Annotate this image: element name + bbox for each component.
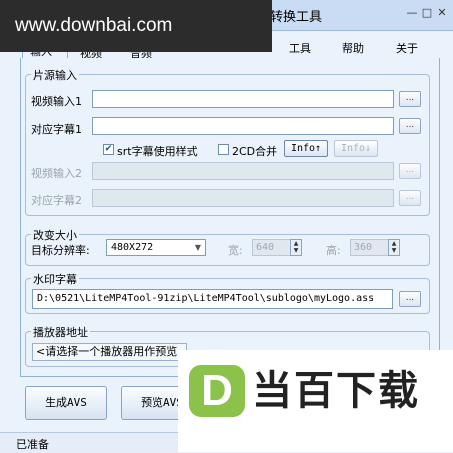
menu-about[interactable]: 关于 <box>396 40 418 56</box>
browse-subtitle-1-button[interactable]: ... <box>399 118 421 134</box>
browse-video-2-button[interactable]: ... <box>399 163 421 179</box>
logo-text: 当百下载 <box>252 368 420 414</box>
resize-group-title: 改变大小 <box>31 227 79 243</box>
browse-video-1-button[interactable]: ... <box>399 91 421 107</box>
height-field[interactable]: 360 <box>350 239 390 256</box>
close-button[interactable]: ✕ <box>435 7 449 19</box>
menu-tools[interactable]: 工具 <box>289 40 311 56</box>
watermark-group-title: 水印字幕 <box>31 271 79 287</box>
subtitle-1-label: 对应字幕1 <box>31 123 82 136</box>
source-group-title: 片源输入 <box>31 67 79 83</box>
target-resolution-label: 目标分辨率: <box>31 244 90 257</box>
logo-d-icon: D <box>189 365 245 417</box>
menu-help[interactable]: 帮助 <box>342 40 364 56</box>
video-input-1-field[interactable] <box>92 90 394 108</box>
status-text: 已准备 <box>16 438 49 451</box>
window-title: 转换工具 <box>270 10 323 25</box>
browse-subtitle-2-button[interactable]: ... <box>399 190 421 206</box>
chevron-down-icon[interactable]: ▼ <box>191 240 205 255</box>
height-label: 高: <box>326 244 341 257</box>
subtitle-2-label: 对应字幕2 <box>31 194 82 207</box>
generate-avs-button[interactable]: 生成AVS <box>25 386 107 420</box>
maximize-button[interactable]: □ <box>420 7 434 19</box>
browse-watermark-button[interactable]: ... <box>399 291 421 307</box>
width-label: 宽: <box>228 244 243 257</box>
srt-style-checkbox[interactable]: ✔ <box>103 144 114 155</box>
player-group-title: 播放器地址 <box>31 324 90 340</box>
subtitle-1-field[interactable] <box>92 117 394 135</box>
watermark-banner: www.downbai.com <box>0 0 272 52</box>
info-down-button[interactable]: Info↓ <box>334 140 378 157</box>
minimize-button[interactable]: — <box>405 7 419 19</box>
cd-merge-checkbox[interactable] <box>218 144 229 155</box>
video-input-2-label: 视频输入2 <box>31 167 82 180</box>
info-up-button[interactable]: Info↑ <box>284 140 328 157</box>
video-input-1-label: 视频输入1 <box>31 95 82 108</box>
video-input-2-field[interactable] <box>92 162 394 180</box>
player-select[interactable]: <请选择一个播放器用作预览 <box>32 343 187 361</box>
width-spinner[interactable]: ▲ ▼ <box>290 239 302 256</box>
height-spinner[interactable]: ▲ ▼ <box>388 239 400 256</box>
srt-style-label: srt字幕使用样式 <box>117 145 198 158</box>
watermark-path-field[interactable]: D:\0521\LiteMP4Tool-91zip\LiteMP4Tool\su… <box>32 289 393 309</box>
subtitle-2-field[interactable] <box>92 189 394 207</box>
cd-merge-label: 2CD合并 <box>232 145 278 158</box>
width-field[interactable]: 640 <box>252 239 292 256</box>
